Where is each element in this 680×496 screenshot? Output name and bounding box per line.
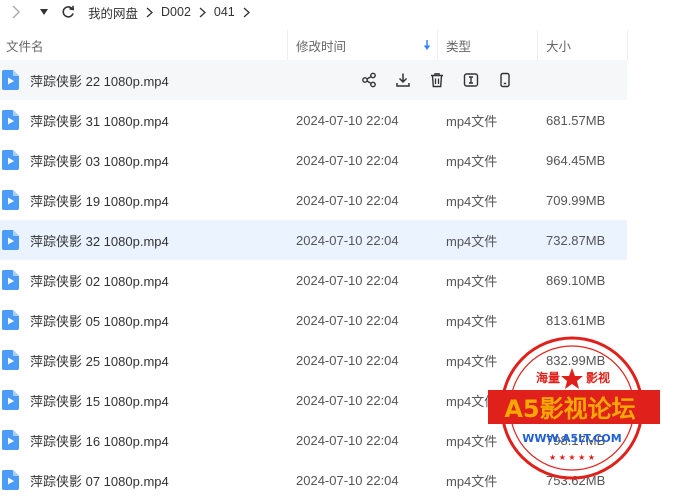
file-size: 964.45MB [546, 152, 606, 168]
file-type: mp4文件 [446, 193, 498, 209]
file-type: mp4文件 [446, 233, 498, 249]
file-type: mp4文件 [446, 393, 498, 409]
column-header-size[interactable]: 大小 [538, 30, 628, 60]
file-type: mp4文件 [446, 313, 498, 329]
column-time-label: 修改时间 [296, 39, 347, 54]
file-modified-time: 2024-07-10 22:04 [296, 192, 399, 208]
breadcrumb-item[interactable]: 041 [212, 5, 237, 19]
chevron-right-icon [199, 7, 206, 18]
breadcrumb-item[interactable]: D002 [159, 5, 193, 19]
top-toolbar: 我的网盘 D002 041 [0, 0, 680, 24]
file-row[interactable]: 萍踪侠影 22 1080p.mp4 [0, 60, 627, 100]
column-size-label: 大小 [546, 39, 572, 54]
file-modified-time: 2024-07-10 22:04 [296, 312, 399, 328]
file-modified-time: 2024-07-10 22:04 [296, 232, 399, 248]
file-size: 709.99MB [546, 192, 606, 208]
file-row[interactable]: 萍踪侠影 25 1080p.mp4 2024-07-10 22:04 mp4文件 83… [0, 340, 627, 380]
file-size: 753.62MB [546, 472, 606, 488]
video-file-icon [2, 270, 19, 290]
file-modified-time: 2024-07-10 22:04 [296, 152, 399, 168]
file-name[interactable]: 萍踪侠影 16 1080p.mp4 [30, 431, 169, 450]
file-name[interactable]: 萍踪侠影 02 1080p.mp4 [30, 271, 169, 290]
column-header-name[interactable]: 文件名 [0, 30, 288, 60]
file-size: 732.87MB [546, 232, 606, 248]
file-size: 798.17MB [546, 432, 606, 448]
delete-icon[interactable] [428, 71, 446, 89]
refresh-icon[interactable] [58, 2, 78, 22]
video-file-icon [2, 350, 19, 370]
phone-icon[interactable] [496, 71, 514, 89]
video-file-icon [2, 190, 19, 210]
video-file-icon [2, 230, 19, 250]
file-size: 813.61MB [546, 312, 606, 328]
file-name[interactable]: 萍踪侠影 25 1080p.mp4 [30, 351, 169, 370]
file-name[interactable]: 萍踪侠影 19 1080p.mp4 [30, 191, 169, 210]
video-file-icon [2, 430, 19, 450]
file-row[interactable]: 萍踪侠影 32 1080p.mp4 2024-07-10 22:04 mp4文件 73… [0, 220, 627, 260]
rename-icon[interactable] [462, 71, 480, 89]
breadcrumb: 我的网盘 D002 041 [86, 3, 256, 22]
file-row[interactable]: 萍踪侠影 31 1080p.mp4 2024-07-10 22:04 mp4文件 68… [0, 100, 627, 140]
file-name[interactable]: 萍踪侠影 31 1080p.mp4 [30, 111, 169, 130]
file-row[interactable]: 萍踪侠影 03 1080p.mp4 2024-07-10 22:04 mp4文件 96… [0, 140, 627, 180]
file-row[interactable]: 萍踪侠影 05 1080p.mp4 2024-07-10 22:04 mp4文件 81… [0, 300, 627, 340]
file-type: mp4文件 [446, 473, 498, 489]
breadcrumb-item[interactable]: 我的网盘 [86, 3, 140, 22]
file-modified-time: 2024-07-10 22:04 [296, 272, 399, 288]
file-size: 671.88MB [546, 392, 606, 408]
file-type: mp4文件 [446, 153, 498, 169]
column-type-label: 类型 [446, 39, 472, 54]
sort-descending-icon[interactable] [423, 39, 431, 51]
file-row[interactable]: 萍踪侠影 19 1080p.mp4 2024-07-10 22:04 mp4文件 70… [0, 180, 627, 220]
share-icon[interactable] [360, 71, 378, 89]
file-name[interactable]: 萍踪侠影 05 1080p.mp4 [30, 311, 169, 330]
file-name[interactable]: 萍踪侠影 15 1080p.mp4 [30, 391, 169, 410]
file-name[interactable]: 萍踪侠影 03 1080p.mp4 [30, 151, 169, 170]
file-list-header: 文件名 修改时间 类型 大小 [0, 30, 680, 60]
file-size: 869.10MB [546, 272, 606, 288]
file-modified-time: 2024-07-10 22:04 [296, 432, 399, 448]
file-type: mp4文件 [446, 353, 498, 369]
file-modified-time: 2024-07-10 22:04 [296, 112, 399, 128]
chevron-right-icon [146, 7, 153, 18]
row-actions [360, 71, 514, 89]
file-type: mp4文件 [446, 433, 498, 449]
file-list: 萍踪侠影 22 1080p.mp4 萍踪侠影 31 1080p.mp4 2024-0… [0, 60, 680, 496]
file-type: mp4文件 [446, 273, 498, 289]
file-row[interactable]: 萍踪侠影 16 1080p.mp4 2024-07-10 22:04 mp4文件 79… [0, 420, 627, 460]
chevron-right-icon [243, 7, 250, 18]
column-name-label: 文件名 [6, 39, 44, 54]
file-row[interactable]: 萍踪侠影 02 1080p.mp4 2024-07-10 22:04 mp4文件 86… [0, 260, 627, 300]
video-file-icon [2, 470, 19, 490]
file-modified-time: 2024-07-10 22:04 [296, 472, 399, 488]
video-file-icon [2, 70, 19, 90]
video-file-icon [2, 110, 19, 130]
download-icon[interactable] [394, 71, 412, 89]
file-size: 681.57MB [546, 112, 606, 128]
file-name[interactable]: 萍踪侠影 07 1080p.mp4 [30, 471, 169, 490]
back-icon[interactable] [6, 2, 26, 22]
file-row[interactable]: 萍踪侠影 07 1080p.mp4 2024-07-10 22:04 mp4文件 75… [0, 460, 627, 496]
file-type: mp4文件 [446, 113, 498, 129]
file-modified-time: 2024-07-10 22:04 [296, 392, 399, 408]
file-name[interactable]: 萍踪侠影 22 1080p.mp4 [30, 71, 169, 90]
file-modified-time: 2024-07-10 22:04 [296, 352, 399, 368]
file-size: 832.99MB [546, 352, 606, 368]
video-file-icon [2, 390, 19, 410]
column-header-time[interactable]: 修改时间 [288, 30, 438, 60]
video-file-icon [2, 150, 19, 170]
column-header-type[interactable]: 类型 [438, 30, 538, 60]
video-file-icon [2, 310, 19, 330]
file-row[interactable]: 萍踪侠影 15 1080p.mp4 2024-07-10 22:04 mp4文件 67… [0, 380, 627, 420]
file-name[interactable]: 萍踪侠影 32 1080p.mp4 [30, 231, 169, 250]
dropdown-triangle-icon[interactable] [34, 2, 54, 22]
